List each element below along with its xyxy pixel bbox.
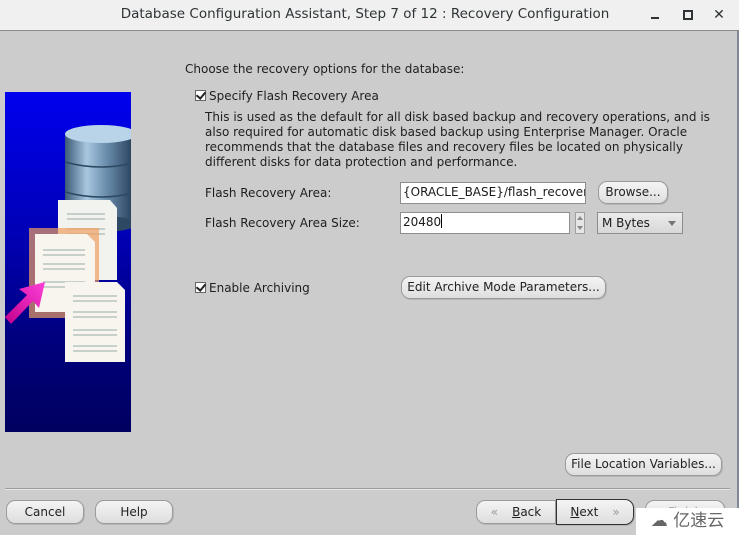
file-location-variables-button[interactable]: File Location Variables... bbox=[565, 453, 722, 476]
back-button[interactable]: «Back bbox=[476, 500, 556, 524]
cancel-button[interactable]: Cancel bbox=[6, 500, 84, 524]
specify-flash-recovery-checkbox[interactable] bbox=[195, 90, 206, 101]
next-label: ext bbox=[579, 505, 599, 519]
intro-label: Choose the recovery options for the data… bbox=[185, 62, 465, 76]
edit-archive-mode-parameters-button[interactable]: Edit Archive Mode Parameters... bbox=[401, 276, 606, 299]
chevron-left-icon: « bbox=[490, 505, 499, 519]
watermark-text: 亿速云 bbox=[673, 511, 725, 531]
minimize-button[interactable] bbox=[646, 5, 666, 25]
size-spinner[interactable] bbox=[575, 212, 585, 234]
browse-button[interactable]: Browse... bbox=[598, 181, 668, 204]
next-button[interactable]: Next » bbox=[556, 499, 634, 525]
size-unit-value: M Bytes bbox=[602, 216, 650, 230]
window-title: Database Configuration Assistant, Step 7… bbox=[120, 6, 610, 22]
wizard-illustration bbox=[5, 92, 131, 432]
spin-up-icon[interactable] bbox=[577, 216, 583, 220]
footer-separator bbox=[5, 488, 730, 490]
flash-recovery-size-input[interactable]: 20480 bbox=[400, 212, 570, 234]
back-label: ack bbox=[520, 505, 542, 519]
maximize-button[interactable] bbox=[677, 5, 697, 25]
maximize-icon bbox=[683, 10, 693, 20]
help-button[interactable]: Help bbox=[95, 500, 173, 524]
title-bar: Database Configuration Assistant, Step 7… bbox=[0, 0, 739, 31]
flash-recovery-area-input[interactable]: {ORACLE_BASE}/flash_recovery_ bbox=[400, 182, 586, 204]
specify-flash-recovery-label[interactable]: Specify Flash Recovery Area bbox=[209, 89, 379, 103]
flash-recovery-area-label: Flash Recovery Area: bbox=[205, 186, 332, 200]
minimize-icon bbox=[651, 17, 659, 19]
spin-down-icon[interactable] bbox=[577, 226, 583, 230]
enable-archiving-label[interactable]: Enable Archiving bbox=[209, 281, 310, 295]
size-value: 20480 bbox=[403, 215, 442, 229]
chevron-down-icon bbox=[668, 221, 676, 226]
enable-archiving-checkbox[interactable] bbox=[195, 282, 206, 293]
flash-recovery-description: This is used as the default for all disk… bbox=[205, 110, 710, 169]
watermark: ☁ 亿速云 bbox=[636, 508, 739, 535]
flash-recovery-size-label: Flash Recovery Area Size: bbox=[205, 216, 360, 230]
database-documents-image bbox=[5, 125, 131, 362]
document-front-icon bbox=[65, 282, 125, 362]
cloud-logo-icon: ☁ bbox=[650, 511, 668, 531]
text-caret bbox=[441, 214, 443, 228]
next-mnemonic: N bbox=[570, 505, 580, 519]
size-unit-select[interactable]: M Bytes bbox=[597, 212, 683, 234]
chevron-right-icon: » bbox=[612, 505, 620, 519]
close-icon: ✕ bbox=[713, 7, 725, 23]
close-button[interactable]: ✕ bbox=[709, 5, 729, 25]
